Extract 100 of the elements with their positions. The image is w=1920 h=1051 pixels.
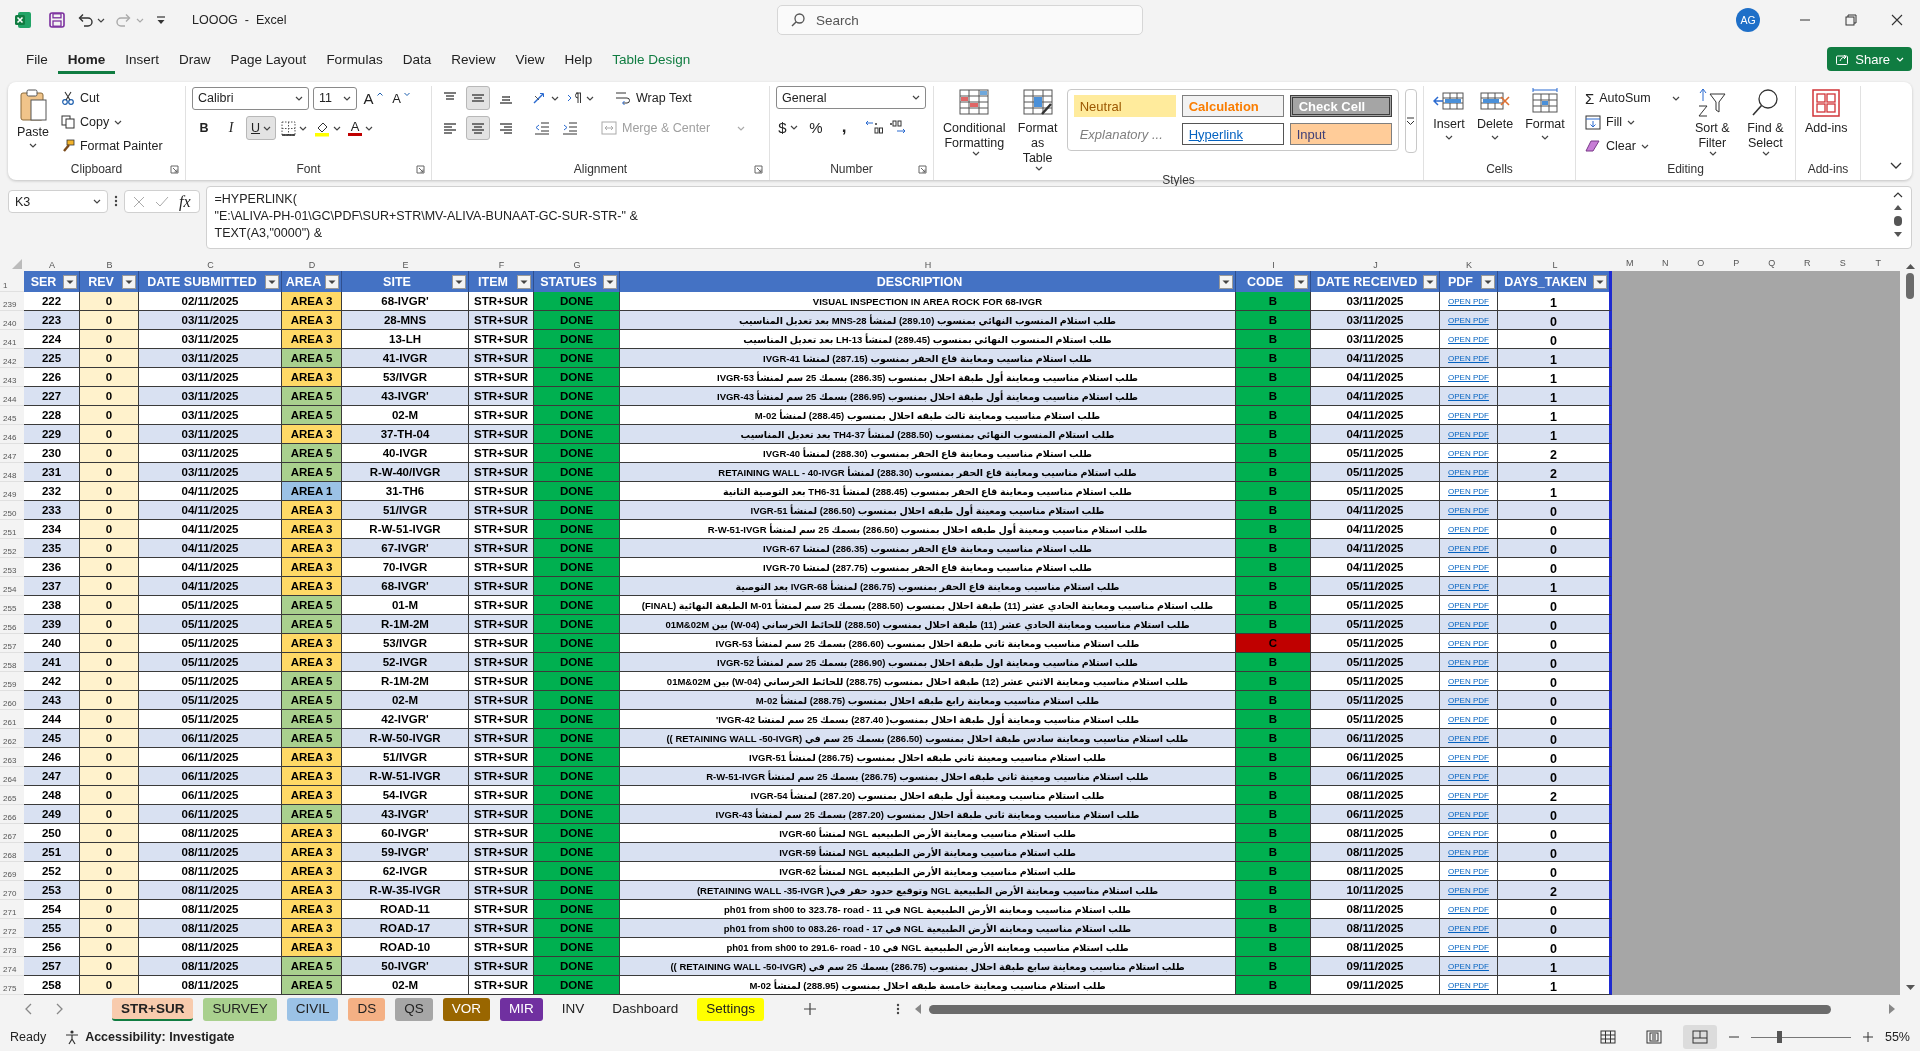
gallery-more-icon[interactable] [1406, 117, 1416, 125]
zoom-in-icon[interactable] [1862, 1032, 1873, 1042]
font-name-dropdown[interactable]: Calibri [192, 86, 309, 110]
pdf-link[interactable]: OPEN PDF [1448, 885, 1489, 895]
caret-icon[interactable] [333, 125, 342, 131]
sheet-tab[interactable]: INV [552, 997, 594, 1021]
column-header[interactable]: SITE [342, 271, 469, 292]
filter-dropdown-icon[interactable] [1423, 274, 1437, 289]
undo-icon[interactable] [76, 11, 94, 29]
scroll-thumb[interactable] [1906, 273, 1914, 299]
column-header[interactable]: DESCRIPTION [620, 271, 1236, 292]
filter-dropdown-icon[interactable] [452, 274, 466, 289]
pdf-link[interactable]: OPEN PDF [1448, 752, 1489, 762]
pdf-link[interactable]: OPEN PDF [1448, 847, 1489, 857]
caret-icon[interactable] [295, 95, 303, 101]
dialog-launcher-icon[interactable] [918, 164, 927, 174]
scroll-up-icon[interactable] [1894, 204, 1902, 210]
text-direction-icon[interactable] [567, 91, 583, 105]
insert-cells-button[interactable]: Insert [1430, 86, 1468, 142]
insert-function-button[interactable]: fx [179, 192, 191, 211]
find-select-button[interactable]: Find & Select [1741, 86, 1789, 158]
fill-button[interactable]: Fill [1582, 110, 1683, 134]
format-cells-button[interactable]: Format [1522, 86, 1568, 142]
filter-dropdown-icon[interactable] [325, 274, 339, 289]
menu-tab[interactable]: Formulas [316, 44, 393, 74]
cell-style[interactable]: Neutral [1073, 95, 1176, 117]
delete-cells-button[interactable]: Delete [1474, 86, 1517, 142]
caret-icon[interactable] [1671, 95, 1680, 101]
column-header[interactable]: STATUES [534, 271, 620, 292]
caret-icon[interactable] [912, 95, 920, 100]
cell-style[interactable]: Input [1289, 123, 1392, 145]
accessibility-status[interactable]: Accessibility: Investigate [85, 1030, 235, 1044]
caret-icon[interactable] [299, 125, 308, 131]
menu-tab[interactable]: Review [441, 44, 506, 74]
search-field[interactable]: Search [777, 5, 1143, 35]
formula-field[interactable]: =HYPERLINK( "E:\ALIVA-PH-01\GC\PDF\SUR+STR\MV-ALIVA-BUNAAT-GC-SUR-STR-" & TEXT(A3,"0000") & [205, 186, 1912, 249]
caret-icon[interactable] [263, 125, 272, 131]
pdf-link[interactable]: OPEN PDF [1448, 429, 1489, 439]
pdf-link[interactable]: OPEN PDF [1448, 809, 1489, 819]
add-ins-button[interactable]: Add-ins [1802, 86, 1851, 138]
pdf-link[interactable]: OPEN PDF [1448, 657, 1489, 667]
filter-dropdown-icon[interactable] [122, 274, 136, 289]
restore-icon[interactable] [1845, 14, 1857, 26]
add-sheet-icon[interactable] [804, 1003, 817, 1015]
pdf-link[interactable]: OPEN PDF [1448, 676, 1489, 686]
caret-icon[interactable] [365, 125, 374, 131]
filter-dropdown-icon[interactable] [265, 274, 279, 289]
caret-icon[interactable] [586, 95, 594, 101]
caret-icon[interactable] [29, 143, 37, 148]
menu-tab[interactable]: View [505, 44, 555, 74]
filter-dropdown-icon[interactable] [63, 274, 77, 289]
menu-tab[interactable]: Page Layout [220, 44, 317, 74]
sheet-tab[interactable]: Dashboard [603, 997, 688, 1021]
close-icon[interactable] [1891, 14, 1903, 26]
pdf-link[interactable]: OPEN PDF [1448, 942, 1489, 952]
sheet-tab[interactable]: STR+SUR [112, 997, 194, 1021]
caret-icon[interactable] [93, 199, 101, 204]
wrap-text-button[interactable]: Wrap Text [612, 86, 695, 110]
pdf-link[interactable]: OPEN PDF [1448, 334, 1489, 344]
menu-tab[interactable]: Data [392, 44, 442, 74]
caret-icon[interactable] [1640, 143, 1649, 149]
filter-dropdown-icon[interactable] [1481, 274, 1495, 289]
pdf-link[interactable]: OPEN PDF [1448, 904, 1489, 914]
pdf-link[interactable]: OPEN PDF [1448, 866, 1489, 876]
increase-decimal-icon[interactable] [864, 119, 884, 135]
filter-dropdown-icon[interactable] [603, 274, 617, 289]
pdf-link[interactable]: OPEN PDF [1448, 543, 1489, 553]
italic-button[interactable]: I [219, 116, 243, 140]
share-button[interactable]: Share [1827, 47, 1912, 71]
scroll-down-icon[interactable] [1894, 232, 1902, 238]
caret-icon[interactable] [343, 95, 351, 101]
font-size-dropdown[interactable]: 11 [313, 86, 357, 110]
middle-align-button[interactable] [466, 86, 490, 110]
caret-icon[interactable] [1762, 151, 1771, 156]
caret-icon[interactable] [971, 151, 980, 156]
cell-style[interactable]: Hyperlink [1181, 123, 1284, 145]
bold-button[interactable]: B [192, 116, 216, 140]
pdf-link[interactable]: OPEN PDF [1448, 410, 1489, 420]
increase-font-button[interactable]: A [361, 86, 385, 110]
pdf-link[interactable]: OPEN PDF [1448, 581, 1489, 591]
column-header[interactable]: AREA [282, 271, 342, 292]
zoom-level[interactable]: 55% [1884, 1030, 1910, 1044]
number-format-dropdown[interactable]: General [776, 86, 926, 109]
pdf-link[interactable]: OPEN PDF [1448, 315, 1489, 325]
caret-icon[interactable] [1709, 151, 1718, 156]
more-options-icon[interactable] [896, 1002, 901, 1016]
sheet-tab[interactable]: SURVEY [203, 997, 277, 1021]
decrease-decimal-icon[interactable] [888, 119, 908, 135]
font-color-button[interactable]: A [346, 116, 376, 140]
collapse-ribbon-icon[interactable] [1890, 162, 1902, 170]
cut-button[interactable]: Cut [57, 86, 166, 110]
column-header[interactable]: ITEM [469, 271, 534, 292]
more-options-icon[interactable] [114, 194, 118, 208]
column-header[interactable]: SER [24, 271, 80, 292]
pdf-link[interactable]: OPEN PDF [1448, 961, 1489, 971]
scroll-right-icon[interactable] [1889, 1004, 1896, 1014]
save-icon[interactable] [48, 11, 66, 29]
sheet-tab[interactable]: DS [348, 997, 386, 1021]
dialog-launcher-icon[interactable] [416, 164, 425, 174]
pdf-link[interactable]: OPEN PDF [1448, 372, 1489, 382]
